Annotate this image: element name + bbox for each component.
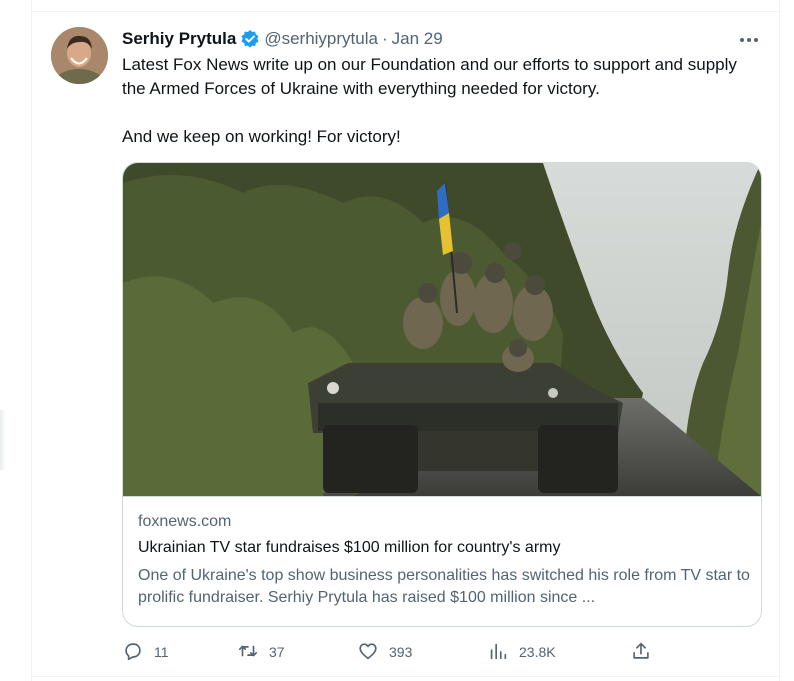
views-button[interactable]: 23.8K xyxy=(487,640,556,664)
share-icon xyxy=(630,640,652,665)
link-card[interactable]: foxnews.com Ukrainian TV star fundraises… xyxy=(122,162,762,627)
author-handle[interactable]: @serhiyprytula xyxy=(264,29,378,49)
like-count: 393 xyxy=(389,644,413,660)
more-icon[interactable] xyxy=(737,30,761,50)
retweet-button[interactable]: 37 xyxy=(237,640,285,664)
tweet-text-paragraph: And we keep on working! For victory! xyxy=(122,127,401,146)
timeline-border-right xyxy=(779,0,780,681)
tweet-text: Latest Fox News write up on our Foundati… xyxy=(122,53,762,149)
tweet-text-paragraph: Latest Fox News write up on our Foundati… xyxy=(122,55,737,98)
like-button[interactable]: 393 xyxy=(357,640,412,664)
views-count: 23.8K xyxy=(519,644,556,660)
author-name[interactable]: Serhiy Prytula xyxy=(122,29,236,49)
retweet-count: 37 xyxy=(269,644,285,660)
timeline-border-left xyxy=(31,0,32,681)
card-image[interactable] xyxy=(123,163,761,497)
card-domain: foxnews.com xyxy=(138,513,232,530)
edge-shadow xyxy=(0,410,6,470)
views-icon xyxy=(487,640,509,665)
avatar[interactable] xyxy=(51,27,108,84)
verified-badge-icon xyxy=(240,29,260,49)
retweet-icon xyxy=(237,640,259,665)
heart-icon xyxy=(357,640,379,665)
reply-count: 11 xyxy=(154,644,169,660)
reply-icon xyxy=(122,640,144,665)
tweet-date[interactable]: Jan 29 xyxy=(392,29,443,49)
card-title[interactable]: Ukrainian TV star fundraises $100 millio… xyxy=(138,539,560,557)
reply-button[interactable]: 11 xyxy=(122,640,169,664)
card-description: One of Ukraine's top show business perso… xyxy=(138,567,750,606)
share-button[interactable] xyxy=(630,640,652,664)
action-bar: 11 37 393 23.8K xyxy=(122,640,662,664)
timeline-border-bottom xyxy=(31,676,780,677)
timeline-border-top xyxy=(31,11,780,12)
separator-dot: · xyxy=(381,29,388,48)
